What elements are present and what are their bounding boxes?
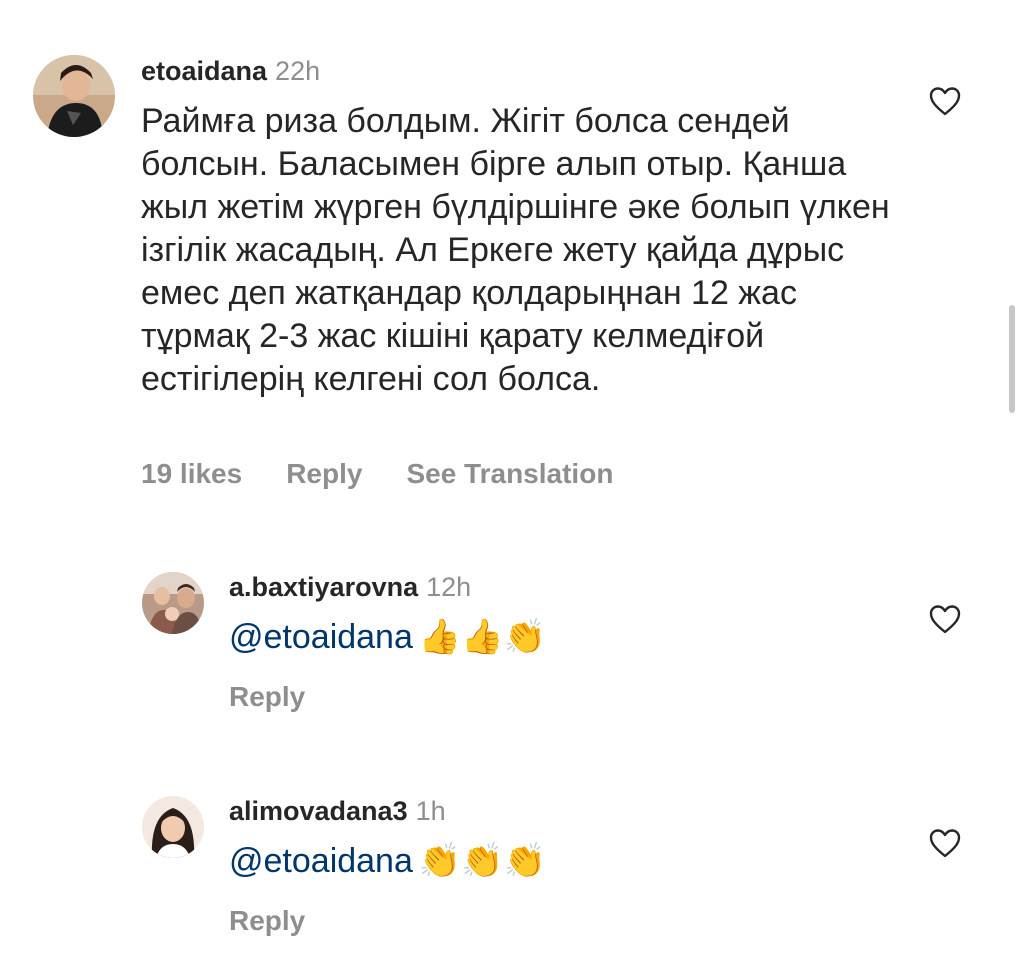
avatar-image [142, 572, 204, 634]
username[interactable]: alimovadana3 [229, 796, 408, 826]
username[interactable]: a.baxtiyarovna [229, 572, 418, 602]
comments-panel: etoaidana 22h Раймға риза болдым. Жігіт б… [0, 0, 1024, 968]
scrollbar[interactable] [1009, 305, 1015, 413]
username[interactable]: etoaidana [141, 56, 267, 86]
avatar-image [142, 796, 204, 858]
reply-text: @etoaidana 👏👏👏 [229, 840, 546, 883]
avatar[interactable] [33, 55, 115, 137]
avatar-image [33, 55, 115, 137]
comment-actions: 19 likes Reply See Translation [141, 458, 613, 490]
comment-header: alimovadana3 1h [229, 794, 446, 828]
timestamp: 22h [275, 56, 321, 86]
heart-outline-icon[interactable] [929, 828, 961, 858]
reply-button[interactable]: Reply [286, 458, 362, 489]
comment-header: etoaidana 22h [141, 54, 320, 88]
comment-text: Раймға риза болдым. Жігіт болса сендей б… [141, 102, 890, 398]
timestamp: 12h [426, 572, 472, 602]
reply-text: @etoaidana 👍👍👏 [229, 616, 546, 659]
timestamp: 1h [415, 796, 446, 826]
likes-count-button[interactable]: 19 likes [141, 458, 242, 489]
avatar[interactable] [142, 572, 204, 634]
emoji-reaction: 👍👍👏 [418, 617, 546, 657]
emoji-reaction: 👏👏👏 [418, 841, 546, 881]
heart-outline-icon[interactable] [929, 604, 961, 634]
reply-actions: Reply [229, 905, 305, 937]
reply-button[interactable]: Reply [229, 681, 305, 712]
reply-actions: Reply [229, 681, 305, 713]
mention-link[interactable]: @etoaidana [229, 842, 413, 880]
heart-outline-icon[interactable] [929, 86, 961, 116]
see-translation-button[interactable]: See Translation [406, 458, 613, 489]
reply-button[interactable]: Reply [229, 905, 305, 936]
mention-link[interactable]: @etoaidana [229, 618, 413, 656]
avatar[interactable] [142, 796, 204, 858]
comment-header: a.baxtiyarovna 12h [229, 570, 471, 604]
